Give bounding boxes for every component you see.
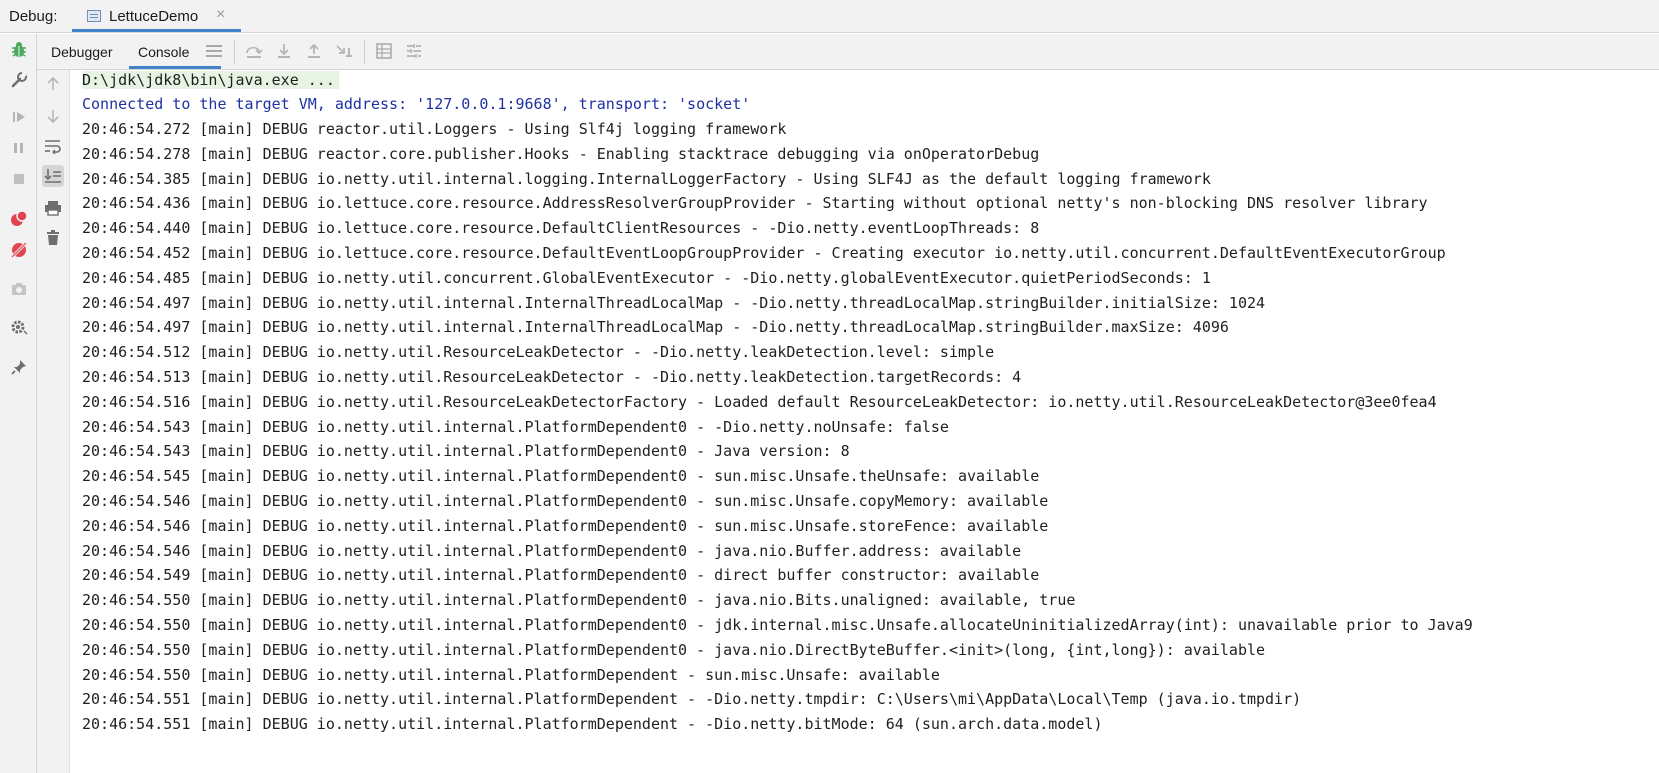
step-into-icon[interactable]	[274, 41, 294, 61]
pin-icon[interactable]	[8, 356, 30, 378]
toolbar-separator	[234, 40, 235, 64]
soft-wrap-icon[interactable]	[42, 135, 64, 157]
log-line: 20:46:54.452 [main] DEBUG io.lettuce.cor…	[82, 244, 1446, 262]
active-subtab-indicator	[129, 66, 221, 69]
mute-breakpoints-icon[interactable]	[8, 239, 30, 261]
view-breakpoints-icon[interactable]	[8, 208, 30, 230]
log-line: 20:46:54.512 [main] DEBUG io.netty.util.…	[82, 343, 995, 362]
log-line: 20:46:54.436 [main] DEBUG io.lettuce.cor…	[82, 194, 1428, 213]
debug-left-toolbar	[0, 34, 37, 773]
debug-tool-window-header: Debug: LettuceDemo ×	[0, 0, 1659, 33]
run-tab-label: LettuceDemo	[109, 8, 199, 25]
debug-subtoolbar: Debugger Console	[37, 34, 1659, 70]
stop-icon[interactable]	[8, 168, 30, 190]
log-line: 20:46:54.516 [main] DEBUG io.netty.util.…	[82, 392, 1437, 411]
close-icon[interactable]: ×	[216, 6, 225, 24]
camera-icon[interactable]	[8, 278, 30, 300]
log-line: 20:46:54.278 [main] DEBUG reactor.core.p…	[82, 144, 1040, 163]
console-output[interactable]: D:\jdk\jdk8\bin\java.exe ... Connected t…	[82, 70, 1652, 773]
console-connected-line: Connected to the target VM, address: '12…	[82, 95, 751, 113]
log-line: 20:46:54.551 [main] DEBUG io.netty.util.…	[82, 690, 1302, 709]
step-over-icon[interactable]	[244, 41, 264, 61]
evaluate-expression-icon[interactable]	[374, 41, 394, 61]
log-line: 20:46:54.546 [main] DEBUG io.netty.util.…	[82, 492, 1049, 510]
log-line: 20:46:54.440 [main] DEBUG io.lettuce.cor…	[82, 219, 1040, 238]
scroll-up-icon[interactable]	[42, 73, 64, 95]
scroll-to-end-icon[interactable]	[42, 165, 64, 187]
trace-current-stream-icon[interactable]	[404, 41, 424, 61]
debug-label: Debug:	[9, 8, 58, 25]
log-line: 20:46:54.545 [main] DEBUG io.netty.util.…	[82, 467, 1040, 486]
log-line: 20:46:54.497 [main] DEBUG io.netty.util.…	[82, 293, 1266, 312]
log-line: 20:46:54.550 [main] DEBUG io.netty.util.…	[82, 665, 940, 684]
toolbar-separator	[364, 40, 365, 64]
log-line: 20:46:54.485 [main] DEBUG io.netty.util.…	[82, 268, 1211, 287]
log-line: 20:46:54.550 [main] DEBUG io.netty.util.…	[82, 640, 1266, 659]
settings-icon[interactable]	[8, 317, 30, 339]
active-tab-indicator	[72, 29, 241, 32]
step-out-icon[interactable]	[304, 41, 324, 61]
console-command-line: D:\jdk\jdk8\bin\java.exe ...	[82, 70, 339, 90]
log-line: 20:46:54.549 [main] DEBUG io.netty.util.…	[82, 566, 1040, 585]
log-line: 20:46:54.550 [main] DEBUG io.netty.util.…	[82, 591, 1076, 610]
run-to-cursor-icon[interactable]	[334, 41, 354, 61]
log-line: 20:46:54.546 [main] DEBUG io.netty.util.…	[82, 516, 1049, 535]
log-line: 20:46:54.272 [main] DEBUG reactor.util.L…	[82, 120, 787, 138]
java-command[interactable]: D:\jdk\jdk8\bin\java.exe ...	[82, 71, 339, 89]
console-gutter-toolbar	[37, 70, 70, 773]
log-line: 20:46:54.513 [main] DEBUG io.netty.util.…	[82, 368, 1022, 386]
log-line: 20:46:54.385 [main] DEBUG io.netty.util.…	[82, 169, 1211, 188]
tab-debugger[interactable]: Debugger	[51, 44, 113, 60]
log-line: 20:46:54.543 [main] DEBUG io.netty.util.…	[82, 417, 949, 436]
scroll-down-icon[interactable]	[42, 105, 64, 127]
pause-icon[interactable]	[8, 137, 30, 159]
log-line: 20:46:54.551 [main] DEBUG io.netty.util.…	[82, 715, 1103, 734]
run-config-icon	[87, 10, 101, 22]
resume-icon[interactable]	[8, 106, 30, 128]
log-line: 20:46:54.497 [main] DEBUG io.netty.util.…	[82, 318, 1229, 337]
tab-console[interactable]: Console	[138, 44, 189, 60]
wrench-icon[interactable]	[8, 69, 30, 91]
log-line: 20:46:54.550 [main] DEBUG io.netty.util.…	[82, 616, 1473, 634]
clear-icon[interactable]	[42, 227, 64, 249]
print-icon[interactable]	[42, 197, 64, 219]
log-line: 20:46:54.543 [main] DEBUG io.netty.util.…	[82, 442, 850, 461]
layout-menu-icon[interactable]	[204, 41, 224, 61]
debug-bug-icon[interactable]	[8, 39, 30, 61]
log-line: 20:46:54.546 [main] DEBUG io.netty.util.…	[82, 541, 1022, 560]
run-tab-lettucedemo[interactable]: LettuceDemo ×	[72, 0, 241, 32]
